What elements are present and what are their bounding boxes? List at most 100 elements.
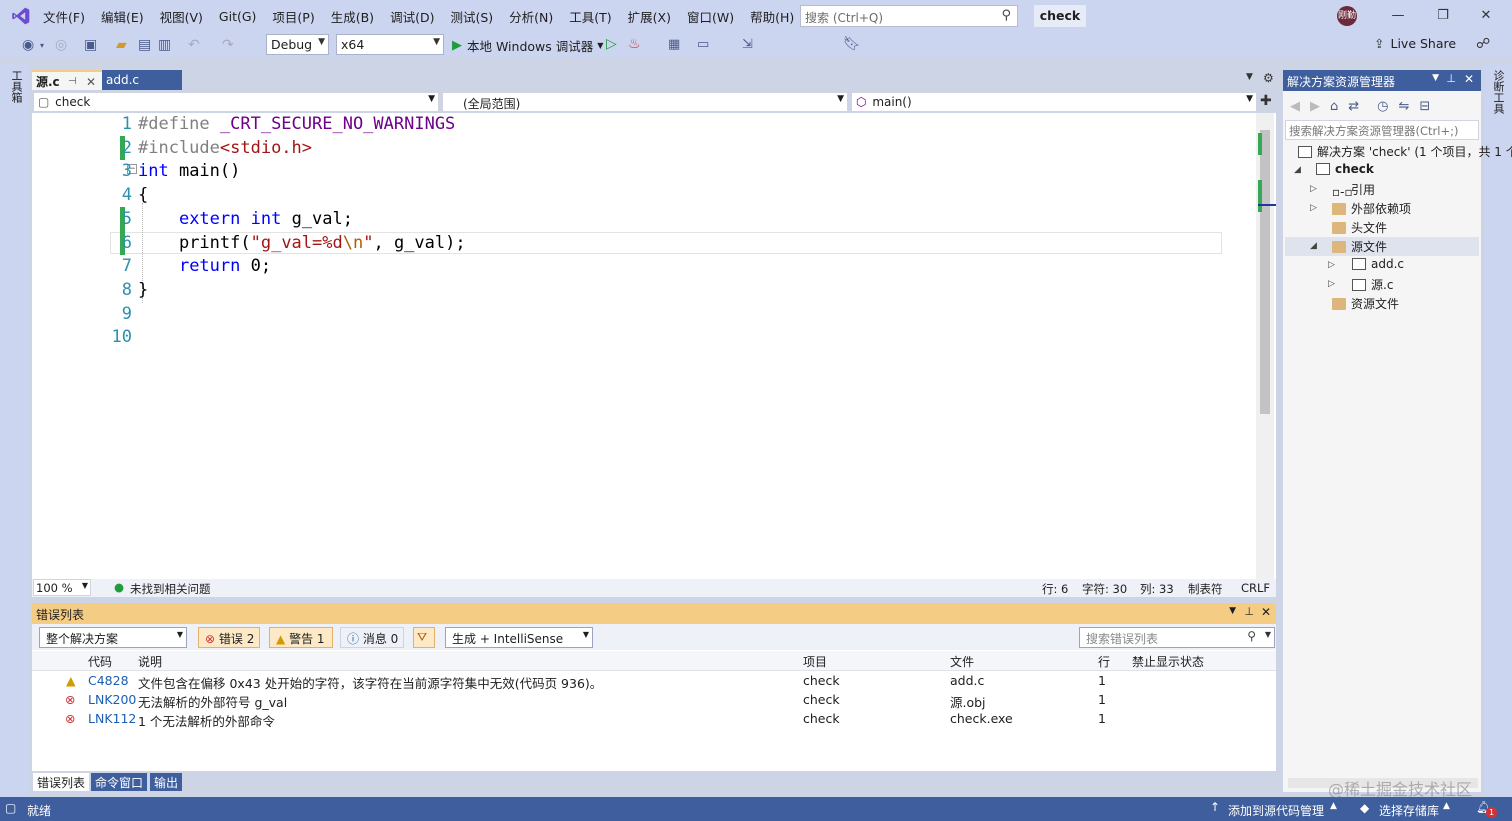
- column-project[interactable]: 项目: [803, 653, 827, 670]
- member-nav-select[interactable]: ⬡ main() ▼: [851, 92, 1257, 112]
- zoom-select[interactable]: 100 % ▼: [33, 579, 91, 596]
- collapse-all-icon[interactable]: ⊟: [1419, 99, 1430, 114]
- notification-panel-icon[interactable]: ▢: [5, 801, 16, 815]
- sync-icon[interactable]: ⇋: [1399, 99, 1410, 114]
- tree-item-references[interactable]: ▷ ▫-▫引用: [1310, 181, 1375, 199]
- messages-filter-button[interactable]: ⓘ 消息 0: [340, 627, 404, 648]
- toolbox-tab[interactable]: 工具箱: [8, 70, 24, 103]
- error-code[interactable]: C4828: [88, 673, 136, 688]
- column-file[interactable]: 文件: [950, 653, 974, 670]
- project-nav-select[interactable]: ▢ check ▼: [33, 92, 439, 112]
- chevron-down-icon[interactable]: ▼: [1432, 73, 1439, 83]
- scrollbar-thumb[interactable]: [1260, 130, 1270, 414]
- menu-debug[interactable]: 调试(D): [382, 7, 442, 26]
- errors-filter-button[interactable]: ⊗ 错误 2: [198, 627, 260, 648]
- switch-views-icon[interactable]: ⇄: [1348, 99, 1359, 114]
- eol-indicator[interactable]: CRLF: [1241, 581, 1270, 595]
- diagnostics-tab[interactable]: 诊断工具: [1490, 70, 1506, 114]
- tree-item-project[interactable]: ◢ check: [1294, 162, 1374, 176]
- collapsed-icon[interactable]: ▷: [1328, 260, 1335, 270]
- split-editor-icon[interactable]: ✚: [1260, 93, 1272, 109]
- filter-button[interactable]: ⛛: [413, 627, 435, 648]
- tree-item-header-files[interactable]: 头文件: [1310, 219, 1387, 236]
- menu-window[interactable]: 窗口(W): [679, 7, 742, 26]
- menu-build[interactable]: 生成(B): [323, 7, 382, 26]
- open-file-icon[interactable]: ▰: [116, 37, 127, 53]
- menu-tools[interactable]: 工具(T): [561, 7, 619, 26]
- avatar[interactable]: 刚勤: [1337, 6, 1357, 26]
- browse-icon[interactable]: ▦: [668, 37, 680, 52]
- expanded-icon[interactable]: ◢: [1294, 165, 1301, 175]
- menu-extensions[interactable]: 扩展(X): [620, 7, 679, 26]
- close-icon[interactable]: ✕: [1261, 605, 1271, 619]
- hot-reload-icon[interactable]: ♨: [628, 36, 641, 52]
- pin-icon[interactable]: ⊥: [1446, 72, 1456, 85]
- issues-status[interactable]: 未找到相关问题: [130, 581, 211, 597]
- table-row[interactable]: ⊗ LNK2001 无法解析的外部符号 g_val check 源.obj 1: [32, 691, 1276, 710]
- forward-icon[interactable]: ▶: [1310, 99, 1320, 114]
- column-line[interactable]: 行: [1098, 653, 1110, 670]
- save-all-icon[interactable]: ▥: [158, 37, 171, 53]
- back-icon[interactable]: ◀: [1290, 99, 1300, 114]
- navigate-back-icon[interactable]: ◉: [22, 37, 34, 53]
- restore-icon[interactable]: ❐: [1435, 8, 1451, 24]
- scope-select[interactable]: 整个解决方案 ▼: [39, 627, 187, 648]
- visual-studio-logo-icon[interactable]: [10, 6, 32, 26]
- table-row[interactable]: ▲ C4828 文件包含在偏移 0x43 处开始的字符，该字符在当前源字符集中无…: [32, 672, 1276, 691]
- error-code[interactable]: LNK1120: [88, 711, 136, 726]
- select-repository-button[interactable]: 选择存储库: [1379, 802, 1439, 819]
- tab-add-c[interactable]: add.c: [102, 70, 182, 90]
- tab-source-c[interactable]: 源.c ⊣ ✕: [32, 70, 102, 90]
- menu-git[interactable]: Git(G): [211, 9, 265, 24]
- back-dropdown-icon[interactable]: ▾: [40, 41, 44, 50]
- chevron-down-icon[interactable]: ▼: [1229, 606, 1236, 616]
- navigate-forward-icon[interactable]: ◎: [55, 37, 67, 53]
- pin-icon[interactable]: ⊥: [1244, 605, 1254, 618]
- new-project-icon[interactable]: ▣: [84, 37, 97, 53]
- home-icon[interactable]: ⌂: [1330, 99, 1338, 114]
- tab-list-icon[interactable]: ▼: [1246, 72, 1253, 82]
- menu-analyze[interactable]: 分析(N): [501, 7, 561, 26]
- history-icon[interactable]: ◷: [1377, 99, 1388, 114]
- tree-item-source-c[interactable]: ▷ 源.c: [1328, 276, 1393, 293]
- menu-edit[interactable]: 编辑(E): [93, 7, 152, 26]
- collapsed-icon[interactable]: ▷: [1328, 279, 1335, 289]
- feedback-icon[interactable]: ☍: [1476, 36, 1490, 52]
- tree-item-add-c[interactable]: ▷ add.c: [1328, 257, 1404, 271]
- warnings-filter-button[interactable]: ▲ 警告 1: [269, 627, 333, 648]
- configuration-select[interactable]: Debug ▼: [266, 34, 329, 55]
- expanded-icon[interactable]: ◢: [1310, 241, 1317, 251]
- column-code[interactable]: 代码: [88, 653, 112, 670]
- close-icon[interactable]: ✕: [1478, 8, 1494, 24]
- solution-search-input[interactable]: 搜索解决方案资源管理器(Ctrl+;): [1285, 120, 1479, 140]
- tabs-indicator[interactable]: 制表符: [1188, 581, 1223, 597]
- error-code[interactable]: LNK2001: [88, 692, 136, 707]
- build-filter-select[interactable]: 生成 + IntelliSense ▼: [445, 627, 593, 648]
- minimize-icon[interactable]: —: [1390, 8, 1406, 24]
- layout-icon[interactable]: ▭: [697, 37, 709, 52]
- tree-item-external-deps[interactable]: ▷ 外部依赖项: [1310, 200, 1411, 217]
- menu-project[interactable]: 项目(P): [264, 7, 322, 26]
- collapsed-icon[interactable]: ▷: [1310, 184, 1317, 194]
- start-without-debugging-icon[interactable]: ▷: [606, 36, 617, 52]
- scope-nav-select[interactable]: (全局范围) ▼: [442, 92, 848, 112]
- step-icon[interactable]: ⇲: [742, 37, 753, 52]
- platform-select[interactable]: x64 ▼: [336, 34, 444, 55]
- menu-test[interactable]: 测试(S): [442, 7, 501, 26]
- tree-item-source-files[interactable]: ◢ 源文件: [1310, 238, 1387, 255]
- bookmark-icon[interactable]: 🔖︎: [843, 36, 861, 52]
- tree-item-solution[interactable]: 解决方案 'check' (1 个项目，共 1 个): [1298, 143, 1512, 160]
- menu-file[interactable]: 文件(F): [35, 7, 93, 26]
- close-icon[interactable]: ✕: [1464, 72, 1474, 86]
- menu-help[interactable]: 帮助(H): [742, 7, 802, 26]
- start-debugging-button[interactable]: ▶ 本地 Windows 调试器 ▼: [452, 34, 603, 56]
- column-description[interactable]: 说明: [138, 653, 162, 670]
- code-editor[interactable]: − 1 2 3 4 5 6 7 8 9 10 #define _CRT_SECU…: [32, 113, 1276, 579]
- redo-icon[interactable]: ↷: [222, 37, 234, 53]
- gear-icon[interactable]: ⚙: [1263, 71, 1274, 85]
- tree-item-resource-files[interactable]: 资源文件: [1310, 295, 1399, 312]
- column-suppression[interactable]: 禁止显示状态: [1132, 653, 1204, 670]
- menu-view[interactable]: 视图(V): [152, 7, 211, 26]
- search-input[interactable]: 搜索 (Ctrl+Q) ⚲: [800, 5, 1018, 27]
- save-icon[interactable]: ▤: [138, 37, 151, 53]
